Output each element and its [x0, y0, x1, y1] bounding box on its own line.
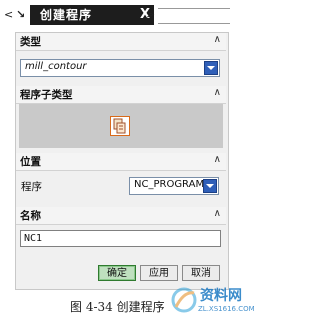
program-dropdown[interactable]: NC_PROGRAM: [129, 177, 219, 195]
tab-create-program[interactable]: 创建程序 X: [30, 5, 154, 25]
ok-button[interactable]: 确定: [98, 265, 136, 281]
section-label-name: 名称: [20, 210, 41, 222]
scroll-left-arrow[interactable]: <: [4, 9, 13, 21]
tab-title: 创建程序: [40, 8, 93, 22]
section-label-type: 类型: [20, 36, 41, 48]
apply-button[interactable]: 应用: [140, 265, 178, 281]
section-header-type[interactable]: 类型 ∧: [16, 33, 226, 51]
section-header-location[interactable]: 位置 ∧: [16, 153, 226, 171]
section-label-location: 位置: [20, 156, 41, 168]
tab-strip-divider: [158, 8, 230, 24]
program-dropdown-value: NC_PROGRAM: [134, 179, 205, 190]
cancel-button[interactable]: 取消: [182, 265, 220, 281]
watermark-logo: 资料网 ZL.XS1616.COM: [170, 283, 258, 319]
subtype-gallery: [19, 104, 223, 148]
dropdown-arrow-icon[interactable]: [203, 179, 217, 193]
scroll-right-arrow[interactable]: >: [146, 9, 155, 21]
collapse-icon[interactable]: ∧: [214, 34, 221, 45]
figure-caption: 图 4-34 创建程序: [70, 300, 165, 314]
type-dropdown-value: mill_contour: [25, 61, 87, 72]
type-dropdown[interactable]: mill_contour: [20, 59, 220, 77]
section-header-subtype[interactable]: 程序子类型 ∧: [16, 86, 226, 104]
section-header-name[interactable]: 名称 ∧: [16, 207, 226, 225]
watermark-brand: 资料网: [200, 288, 242, 304]
collapse-icon[interactable]: ∧: [214, 208, 221, 219]
program-field-label: 程序: [21, 181, 42, 193]
collapse-icon[interactable]: ∧: [214, 87, 221, 98]
watermark-url: ZL.XS1616.COM: [198, 305, 255, 313]
program-icon[interactable]: [110, 116, 130, 136]
collapse-icon[interactable]: ∧: [214, 154, 221, 165]
create-program-dialog: 类型 ∧ mill_contour 程序子类型 ∧ 位置 ∧ 程序 NC_PRO…: [15, 32, 229, 290]
section-label-subtype: 程序子类型: [20, 89, 73, 101]
dialog-tab-strip: < ↘ 创建程序 X >: [4, 5, 230, 25]
dropdown-arrow-icon[interactable]: [204, 61, 218, 75]
name-input[interactable]: NC1: [20, 230, 221, 247]
pin-icon[interactable]: ↘: [16, 9, 25, 21]
